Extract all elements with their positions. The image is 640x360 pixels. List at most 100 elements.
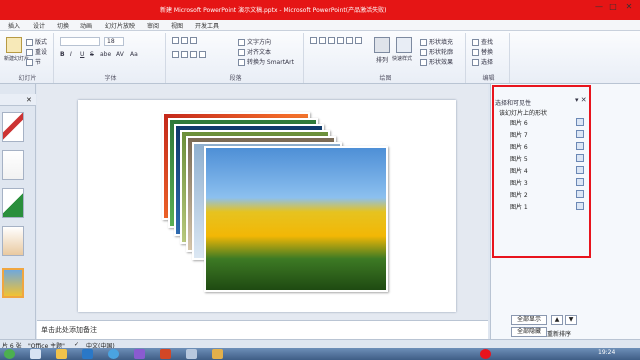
slide-thumbnail[interactable] (2, 150, 24, 180)
selection-pane-title: 选择和可见性 (495, 100, 532, 107)
status-bar: 片 6 张 "Office 主题" ✓ 中文(中国) (0, 339, 640, 350)
section-button[interactable]: 节 (26, 57, 41, 66)
arrange-button[interactable]: 排列 (376, 55, 388, 64)
app-icon[interactable] (212, 349, 223, 359)
visibility-eye-icon[interactable] (576, 142, 584, 150)
show-all-button[interactable]: 全部显示 (511, 315, 547, 325)
tab-slideshow[interactable]: 幻灯片放映 (105, 21, 135, 30)
powerpoint-icon[interactable] (160, 349, 171, 359)
slide-thumbnail[interactable] (2, 188, 24, 218)
ribbon-tabs: 插入 设计 切换 动画 幻灯片放映 审阅 视图 开发工具 (0, 20, 640, 31)
justify-icon (199, 51, 206, 58)
tab-animations[interactable]: 动画 (80, 21, 92, 30)
tab-insert[interactable]: 插入 (8, 21, 20, 30)
pane-close-icon[interactable]: ▾ ✕ (575, 96, 587, 104)
shapes-gallery[interactable] (310, 37, 364, 44)
clock: 19:24 (598, 349, 616, 356)
visibility-eye-icon[interactable] (576, 190, 584, 198)
numbering-icon (181, 37, 188, 44)
window-title: 新建 Microsoft PowerPoint 演示文稿.pptx - Micr… (160, 7, 387, 14)
maximize-button[interactable]: □ (606, 2, 620, 12)
visibility-eye-icon[interactable] (576, 178, 584, 186)
close-button[interactable]: ✕ (622, 2, 636, 12)
slide-thumbnail[interactable] (2, 226, 24, 256)
bold-button[interactable]: B (60, 51, 65, 58)
italic-button[interactable]: I (70, 51, 72, 58)
paragraph-group: 文字方向 对齐文本 转换为 SmartArt 段落 (168, 33, 304, 83)
indent-icon (190, 37, 197, 44)
align-text-icon (238, 49, 245, 56)
visibility-eye-icon[interactable] (576, 202, 584, 210)
explorer-icon[interactable] (30, 349, 41, 359)
slide-thumbnail-selected[interactable] (2, 268, 24, 298)
rectangle-shape-icon (310, 37, 317, 44)
slide-thumbnail[interactable] (2, 112, 24, 142)
find-button[interactable]: 查找 (472, 37, 493, 46)
align-center-icon (181, 51, 188, 58)
text-direction-button[interactable]: 文字方向 (238, 37, 271, 46)
shape-list-item[interactable]: 图片 1 (510, 202, 584, 212)
minimize-button[interactable]: — (592, 2, 606, 12)
font-name-select[interactable] (60, 37, 100, 46)
visibility-eye-icon[interactable] (576, 130, 584, 138)
photo-tulips[interactable] (204, 146, 388, 292)
shape-list-item[interactable]: 图片 6 (510, 142, 584, 152)
shape-list-item[interactable]: 图片 7 (510, 130, 584, 140)
font-size-select[interactable]: 18 (104, 37, 124, 46)
notes-pane[interactable]: 单击此处添加备注 (37, 320, 488, 339)
ie-icon[interactable] (82, 349, 93, 359)
editing-group: 查找 替换 选择 编辑 (468, 33, 510, 83)
strikethrough-button[interactable]: S (90, 51, 94, 58)
align-left-icon (172, 51, 179, 58)
shadow-button[interactable]: abe (100, 51, 111, 58)
quick-styles-icon[interactable] (396, 37, 412, 53)
hide-all-button[interactable]: 全部隐藏 (511, 327, 547, 337)
reset-button[interactable]: 重设 (26, 47, 47, 56)
close-panel-icon[interactable]: ✕ (26, 96, 32, 104)
move-down-icon[interactable]: ▼ (565, 315, 577, 325)
shape-fill-button[interactable]: 形状填充 (420, 37, 453, 46)
start-icon[interactable] (4, 349, 15, 359)
shape-list-item[interactable]: 图片 4 (510, 166, 584, 176)
quick-styles-button[interactable]: 快速样式 (392, 55, 412, 62)
bullets-button[interactable] (172, 37, 199, 44)
spellcheck-icon[interactable]: ✓ (74, 341, 79, 348)
tab-transitions[interactable]: 切换 (57, 21, 69, 30)
select-button[interactable]: 选择 (472, 57, 493, 66)
underline-button[interactable]: U (80, 51, 84, 58)
char-spacing-button[interactable]: AV (116, 51, 124, 58)
slides-panel-header: ✕ (0, 94, 36, 106)
browser-icon[interactable] (108, 349, 119, 359)
smartart-button[interactable]: 转换为 SmartArt (238, 57, 294, 66)
visibility-eye-icon[interactable] (576, 166, 584, 174)
visibility-eye-icon[interactable] (576, 154, 584, 162)
ribbon: 新建幻灯片 版式 重设 节 幻灯片 18 B I U S abe AV Aa 字… (0, 31, 640, 84)
shape-outline-button[interactable]: 形状轮廓 (420, 47, 453, 56)
shape-effects-button[interactable]: 形状效果 (420, 57, 453, 66)
shape-list-item[interactable]: 图片 3 (510, 178, 584, 188)
tab-view[interactable]: 视图 (171, 21, 183, 30)
tab-developer[interactable]: 开发工具 (195, 21, 219, 30)
app-icon[interactable] (134, 349, 145, 359)
layout-button[interactable]: 版式 (26, 37, 47, 46)
shape-list-item[interactable]: 图片 2 (510, 190, 584, 200)
shape-list-item[interactable]: 图片 5 (510, 154, 584, 164)
align-text-button[interactable]: 对齐文本 (238, 47, 271, 56)
tab-review[interactable]: 审阅 (147, 21, 159, 30)
shape-outline-icon (420, 49, 427, 56)
tab-design[interactable]: 设计 (33, 21, 45, 30)
folder-icon[interactable] (56, 349, 67, 359)
visibility-eye-icon[interactable] (576, 118, 584, 126)
align-right-icon (190, 51, 197, 58)
input-method-icon[interactable] (480, 349, 491, 359)
arrange-icon[interactable] (374, 37, 390, 53)
replace-button[interactable]: 替换 (472, 47, 493, 56)
editing-group-label: 编辑 (482, 75, 495, 82)
align-buttons[interactable] (172, 51, 208, 58)
shape-list-item[interactable]: 图片 6 (510, 118, 584, 128)
new-slide-icon[interactable] (6, 37, 22, 53)
tool-icon[interactable] (186, 349, 197, 359)
slide-canvas[interactable] (78, 100, 456, 312)
change-case-button[interactable]: Aa (130, 51, 138, 58)
move-up-icon[interactable]: ▲ (551, 315, 563, 325)
